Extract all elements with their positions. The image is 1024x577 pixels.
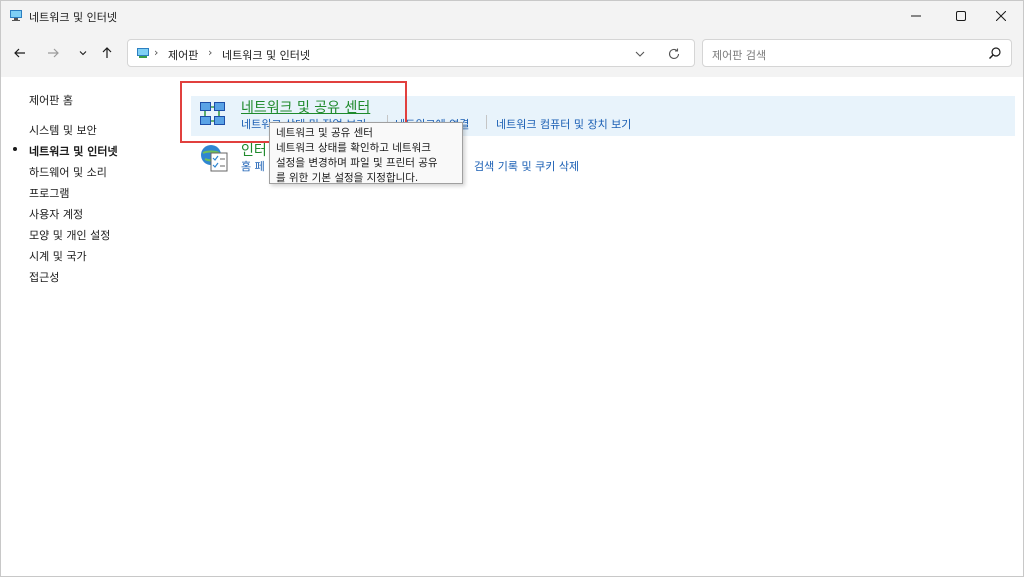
sidebar-item-user-accounts[interactable]: 사용자 계정 [29, 206, 83, 222]
tooltip-line: 네트워크 및 공유 센터 [276, 127, 373, 139]
sidebar-item-network-internet[interactable]: 네트워크 및 인터넷 [29, 143, 118, 159]
internet-options-icon[interactable] [199, 143, 231, 173]
recent-locations-button[interactable] [74, 44, 92, 62]
maximize-icon [956, 11, 966, 21]
sidebar-item-clock-region[interactable]: 시계 및 국가 [29, 248, 87, 264]
chevron-down-icon [79, 51, 87, 56]
active-bullet [13, 147, 17, 151]
up-button[interactable] [98, 44, 116, 62]
sidebar-item-system-security[interactable]: 시스템 및 보안 [29, 122, 97, 138]
minimize-icon [911, 15, 921, 17]
control-panel-window: 네트워크 및 인터넷 › 제어판 › 네트워크 및 인터넷 제어판 검색 제어판… [0, 0, 1024, 577]
search-placeholder: 제어판 검색 [712, 49, 767, 62]
sidebar-item-hardware-sound[interactable]: 하드웨어 및 소리 [29, 164, 107, 180]
maximize-button[interactable] [939, 1, 983, 31]
refresh-icon[interactable] [666, 46, 682, 62]
window-title: 네트워크 및 인터넷 [29, 11, 117, 24]
tooltip: 네트워크 및 공유 센터 네트워크 상태를 확인하고 네트워크 설정을 변경하며… [269, 122, 463, 184]
sidebar-item-accessibility[interactable]: 접근성 [29, 269, 59, 285]
internet-options-link[interactable]: 인터 [241, 140, 267, 160]
tooltip-line: 설정을 변경하며 파일 및 프린터 공유 [276, 157, 438, 169]
back-button[interactable] [11, 44, 29, 62]
navigation-bar: › 제어판 › 네트워크 및 인터넷 제어판 검색 [1, 31, 1023, 77]
breadcrumb-separator: › [208, 46, 213, 59]
arrow-right-icon [48, 48, 59, 58]
network-app-icon [10, 10, 22, 21]
arrow-left-icon [14, 48, 25, 58]
sidebar-item-programs[interactable]: 프로그램 [29, 185, 69, 201]
control-panel-icon [137, 48, 149, 58]
close-icon [996, 11, 1006, 21]
link-divider [486, 115, 487, 129]
sidebar-item-appearance[interactable]: 모양 및 개인 설정 [29, 227, 110, 243]
chevron-down-icon[interactable] [633, 47, 647, 61]
tooltip-line: 를 위한 기본 설정을 지정합니다. [276, 172, 419, 184]
search-input[interactable]: 제어판 검색 [702, 39, 1012, 67]
search-icon[interactable] [988, 46, 1002, 60]
close-button[interactable] [979, 1, 1023, 31]
breadcrumb-separator: › [154, 46, 159, 59]
forward-button[interactable] [44, 44, 62, 62]
tooltip-line: 네트워크 상태를 확인하고 네트워크 [276, 142, 431, 154]
address-bar[interactable]: › 제어판 › 네트워크 및 인터넷 [127, 39, 695, 67]
title-bar: 네트워크 및 인터넷 [1, 1, 1023, 31]
breadcrumb-control-panel[interactable]: 제어판 [168, 47, 198, 63]
home-page-link[interactable]: 홈 페 [241, 158, 265, 174]
sidebar-item-control-panel-home[interactable]: 제어판 홈 [29, 92, 73, 108]
arrow-up-icon [102, 47, 112, 58]
view-network-computers-link[interactable]: 네트워크 컴퓨터 및 장치 보기 [496, 116, 631, 132]
minimize-button[interactable] [894, 1, 938, 31]
breadcrumb-network-internet[interactable]: 네트워크 및 인터넷 [222, 47, 310, 63]
delete-history-cookies-link[interactable]: 검색 기록 및 쿠키 삭제 [474, 158, 579, 174]
